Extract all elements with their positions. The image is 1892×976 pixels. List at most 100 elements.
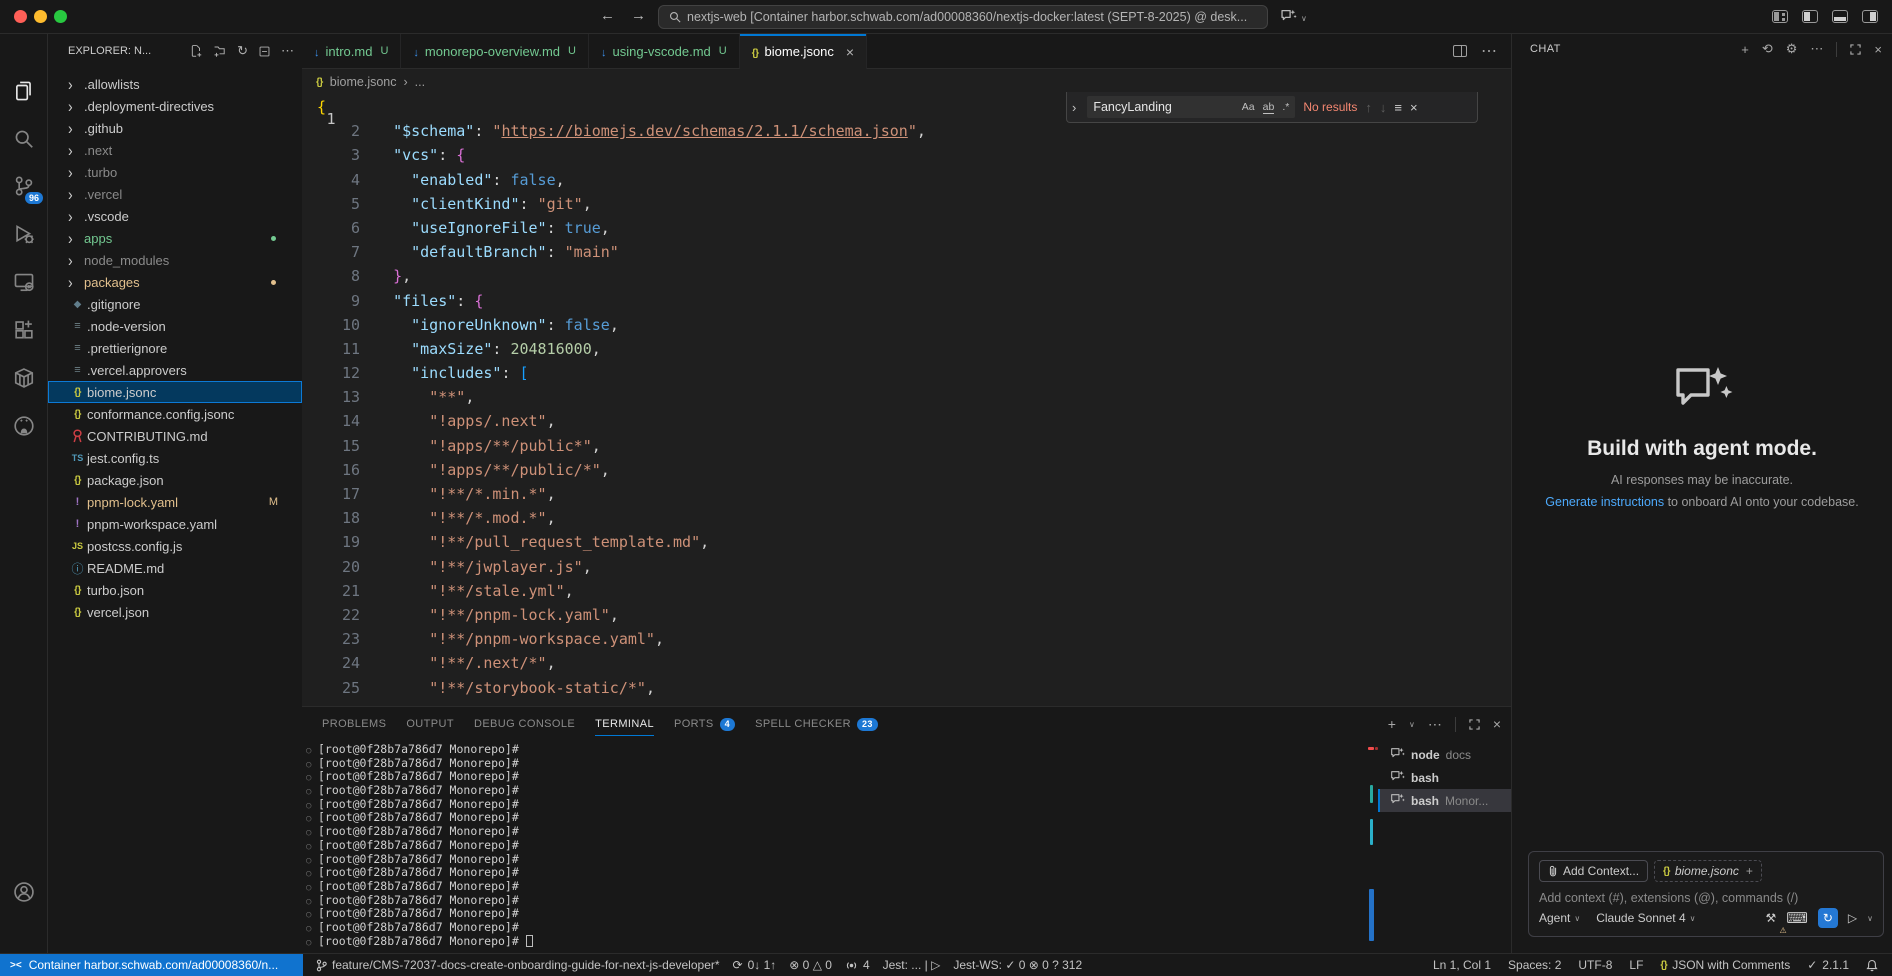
explorer-file-.prettierignore[interactable]: ≡.prettierignore <box>48 337 302 359</box>
explorer-file-jest.config.ts[interactable]: TSjest.config.ts <box>48 447 302 469</box>
zoom-window-button[interactable] <box>54 10 67 23</box>
chat-settings-gear-icon[interactable]: ⚙ <box>1786 41 1798 57</box>
split-editor-icon[interactable] <box>1453 45 1467 57</box>
explorer-file-.node-version[interactable]: ≡.node-version <box>48 315 302 337</box>
panel-tab-output[interactable]: OUTPUT <box>398 707 462 741</box>
maximize-panel-icon[interactable] <box>1469 719 1480 730</box>
encoding-status[interactable]: UTF-8 <box>1578 958 1612 972</box>
find-next-icon[interactable]: ↓ <box>1380 100 1387 115</box>
panel-tab-spell-checker[interactable]: SPELL CHECKER23 <box>747 707 886 741</box>
explorer-file-vercel.json[interactable]: {}vercel.json <box>48 601 302 623</box>
code-editor[interactable]: 1{2 "$schema": "https://biomejs.dev/sche… <box>302 95 1511 706</box>
extensions-icon[interactable] <box>0 306 48 354</box>
add-more-context-icon[interactable]: + <box>1746 864 1753 878</box>
terminal-output[interactable]: ○[root@0f28b7a786d7 Monorepo]#○[root@0f2… <box>302 743 1368 953</box>
tab-intro.md[interactable]: ↓intro.mdU <box>302 34 401 69</box>
generate-instructions-link[interactable]: Generate instructions <box>1545 495 1664 509</box>
explorer-folder-apps[interactable]: ›apps <box>48 227 302 249</box>
language-mode-status[interactable]: {} JSON with Comments <box>1660 958 1790 972</box>
match-case-icon[interactable]: Aa <box>1242 101 1255 113</box>
context-file-chip[interactable]: {} biome.jsonc + <box>1654 860 1762 882</box>
explorer-folder-.vercel[interactable]: ›.vercel <box>48 183 302 205</box>
tab-biome.jsonc[interactable]: {}biome.jsonc× <box>740 34 867 69</box>
new-folder-icon[interactable] <box>213 44 227 58</box>
sync-status[interactable]: ⟳0↓ 1↑ <box>733 958 777 972</box>
chat-input-box[interactable]: Add Context... {} biome.jsonc + Add cont… <box>1528 851 1884 937</box>
chat-more-actions-icon[interactable]: ⋯ <box>1810 41 1823 57</box>
panel-tab-problems[interactable]: PROBLEMS <box>314 707 394 741</box>
container-icon[interactable] <box>0 354 48 402</box>
explorer-folder-packages[interactable]: ›packages <box>48 271 302 293</box>
extension-version-status[interactable]: ✓ 2.1.1 <box>1807 958 1849 972</box>
close-find-icon[interactable]: × <box>1410 100 1418 115</box>
keyboard-input-icon[interactable]: ⌨ <box>1786 909 1808 927</box>
whole-word-icon[interactable]: ab <box>1263 101 1275 114</box>
minimize-window-button[interactable] <box>34 10 47 23</box>
new-terminal-icon[interactable]: + <box>1388 716 1396 732</box>
explorer-file-postcss.config.js[interactable]: JSpostcss.config.js <box>48 535 302 557</box>
toggle-sidebar-icon[interactable] <box>1802 10 1818 23</box>
jest-ws-status[interactable]: Jest-WS: ✓ 0 ⊗ 0 ? 312 <box>953 958 1082 972</box>
terminal-instance-bash[interactable]: bashMonor... <box>1378 789 1511 812</box>
run-debug-icon[interactable] <box>0 210 48 258</box>
send-options-chevron-icon[interactable]: ∨ <box>1867 914 1873 923</box>
close-window-button[interactable] <box>14 10 27 23</box>
breadcrumb-file[interactable]: biome.jsonc <box>330 75 397 89</box>
accounts-icon[interactable] <box>0 868 48 916</box>
explorer-folder-.turbo[interactable]: ›.turbo <box>48 161 302 183</box>
chat-mode-dropdown[interactable]: Agent∨ <box>1539 911 1580 925</box>
command-center-search[interactable]: nextjs-web [Container harbor.schwab.com/… <box>658 5 1268 29</box>
explorer-file-biome.jsonc[interactable]: {}biome.jsonc <box>48 381 302 403</box>
terminal-profile-chevron-icon[interactable]: ∨ <box>1409 720 1415 729</box>
explorer-file-pnpm-workspace.yaml[interactable]: !pnpm-workspace.yaml <box>48 513 302 535</box>
panel-tab-debug-console[interactable]: DEBUG CONSOLE <box>466 707 583 741</box>
refresh-explorer-icon[interactable]: ↻ <box>237 43 248 59</box>
maximize-chat-icon[interactable] <box>1850 44 1861 55</box>
new-file-icon[interactable] <box>189 44 203 58</box>
collapse-folders-icon[interactable] <box>258 45 271 58</box>
explorer-file-turbo.json[interactable]: {}turbo.json <box>48 579 302 601</box>
explorer-folder-.allowlists[interactable]: ›.allowlists <box>48 73 302 95</box>
send-button[interactable]: ▷ <box>1848 911 1857 925</box>
explorer-file-package.json[interactable]: {}package.json <box>48 469 302 491</box>
explorer-folder-.next[interactable]: ›.next <box>48 139 302 161</box>
chat-history-icon[interactable]: ⟲ <box>1762 41 1773 57</box>
source-control-icon[interactable]: 96 <box>0 162 48 210</box>
editor-more-actions-icon[interactable]: ⋯ <box>1481 41 1497 61</box>
panel-more-actions-icon[interactable]: ⋯ <box>1428 716 1442 733</box>
close-panel-icon[interactable]: × <box>1493 716 1501 732</box>
git-branch-status[interactable]: feature/CMS-72037-docs-create-onboarding… <box>316 958 720 972</box>
ports-status[interactable]: 4 <box>845 958 870 972</box>
eol-status[interactable]: LF <box>1629 958 1643 972</box>
remote-explorer-icon[interactable] <box>0 258 48 306</box>
indentation-status[interactable]: Spaces: 2 <box>1508 958 1561 972</box>
toggle-panel-icon[interactable] <box>1832 10 1848 23</box>
tab-using-vscode.md[interactable]: ↓using-vscode.mdU <box>589 34 740 69</box>
close-chat-icon[interactable]: × <box>1874 42 1882 57</box>
explorer-file-CONTRIBUTING.md[interactable]: CONTRIBUTING.md <box>48 425 302 447</box>
explorer-file-conformance.config.jsonc[interactable]: {}conformance.config.jsonc <box>48 403 302 425</box>
explorer-folder-.github[interactable]: ›.github <box>48 117 302 139</box>
explorer-folder-.deployment-directives[interactable]: ›.deployment-directives <box>48 95 302 117</box>
find-previous-icon[interactable]: ↑ <box>1365 100 1372 115</box>
panel-tab-ports[interactable]: PORTS4 <box>666 707 743 741</box>
explorer-icon[interactable] <box>0 67 48 115</box>
configure-tools-icon[interactable]: ⚒⚠ <box>1765 911 1776 925</box>
github-icon[interactable] <box>0 402 48 450</box>
new-chat-icon[interactable]: + <box>1741 42 1749 57</box>
tab-monorepo-overview.md[interactable]: ↓monorepo-overview.mdU <box>401 34 589 69</box>
nav-forward-icon[interactable]: → <box>631 7 646 24</box>
terminal-instance-node[interactable]: nodedocs <box>1378 743 1511 766</box>
explorer-file-README.md[interactable]: ⓘREADME.md <box>48 557 302 579</box>
breadcrumb-more[interactable]: ... <box>415 75 425 89</box>
toggle-secondary-sidebar-icon[interactable] <box>1862 10 1878 23</box>
find-input[interactable]: FancyLanding Aa ab .* <box>1087 96 1295 118</box>
copilot-menu-button[interactable]: ∨ <box>1280 9 1307 28</box>
notifications-bell-icon[interactable] <box>1866 959 1878 972</box>
model-picker-dropdown[interactable]: Claude Sonnet 4∨ <box>1596 911 1695 925</box>
terminal-instance-bash[interactable]: bash <box>1378 766 1511 789</box>
explorer-file-.vercel.approvers[interactable]: ≡.vercel.approvers <box>48 359 302 381</box>
search-icon[interactable] <box>0 115 48 163</box>
customize-layout-icon[interactable] <box>1772 10 1788 23</box>
explorer-file-.gitignore[interactable]: ◆.gitignore <box>48 293 302 315</box>
